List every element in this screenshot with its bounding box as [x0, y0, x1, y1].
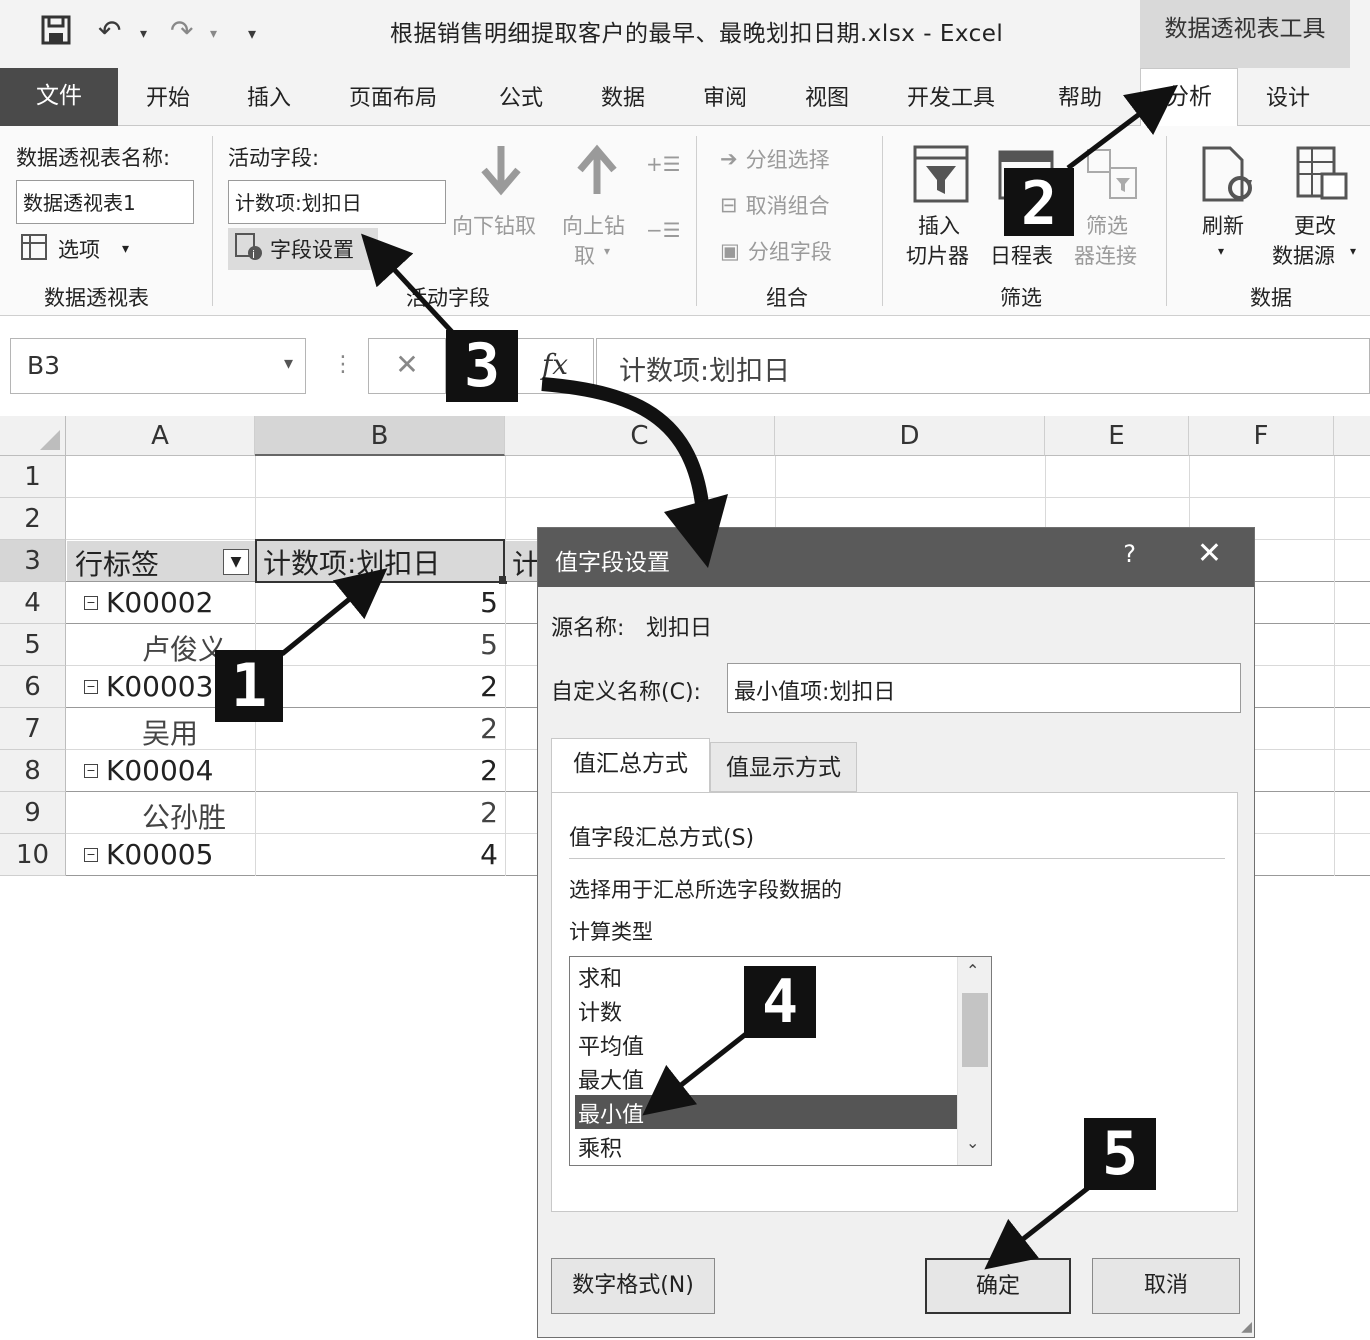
step1-arrow — [280, 568, 388, 656]
step4-arrow — [642, 1032, 748, 1116]
step3-curve-arrow — [541, 377, 711, 529]
step2-arrow — [1066, 84, 1178, 170]
step3-arrow — [361, 233, 454, 334]
annotation-arrows — [280, 84, 1178, 1270]
step3-curve-arrowhead — [664, 494, 728, 568]
step-marker-5: 5 — [1084, 1118, 1156, 1190]
step-marker-4: 4 — [744, 966, 816, 1038]
step-marker-3: 3 — [446, 330, 518, 402]
step5-arrow — [984, 1186, 1090, 1270]
step-marker-1: 1 — [215, 650, 283, 722]
step-marker-2: 2 — [1004, 168, 1074, 239]
